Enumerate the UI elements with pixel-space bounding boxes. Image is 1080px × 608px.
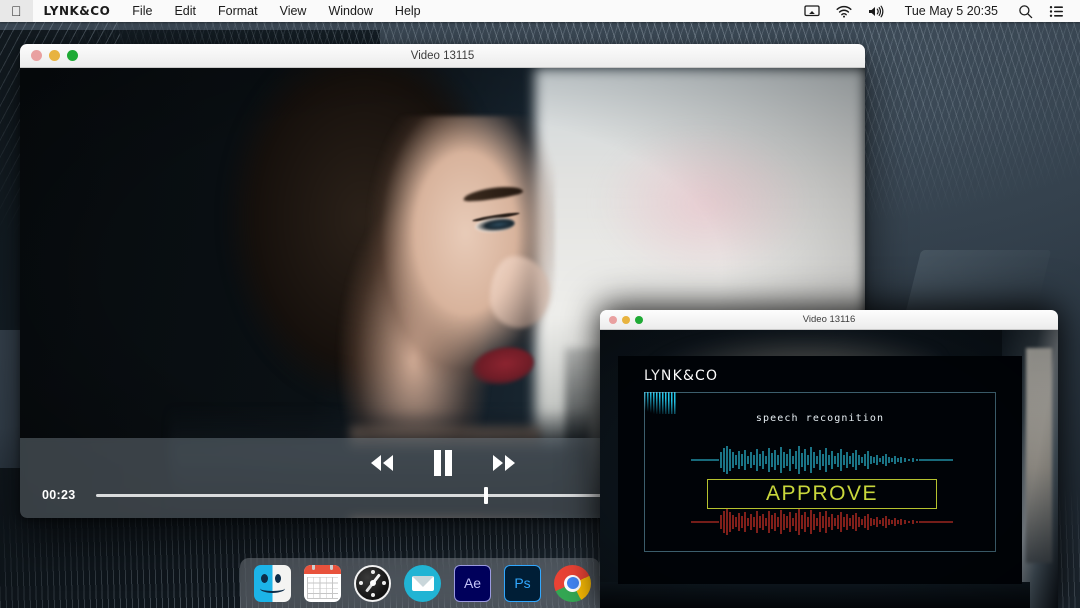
car-infotainment-screen[interactable]: LYNK&CO speech recognition APPROVE: [618, 356, 1022, 584]
menu-item-window[interactable]: Window: [317, 0, 383, 22]
pause-button[interactable]: [431, 449, 455, 477]
menu-bar-clock[interactable]: Tue May 5 20:35: [893, 4, 1010, 18]
screen-mirroring-icon[interactable]: [796, 4, 828, 18]
calendar-ring-right: [330, 564, 333, 570]
volume-icon[interactable]: [860, 5, 893, 18]
window2-titlebar[interactable]: Video 13116: [600, 310, 1058, 330]
search-icon[interactable]: [1010, 4, 1041, 19]
dock-item-finder[interactable]: [254, 564, 291, 602]
wifi-icon[interactable]: [828, 5, 860, 18]
rewind-button[interactable]: [367, 452, 397, 474]
chrome-core: [566, 577, 579, 589]
video-window-13116[interactable]: Video 13116 LYNK&CO speech recognition A…: [600, 310, 1058, 608]
photoshop-badge: Ps: [514, 575, 531, 591]
close-button[interactable]: [609, 315, 617, 324]
calendar-ring-left: [312, 564, 315, 570]
safari-tick-s: [370, 592, 375, 597]
safari-center-dot: [369, 580, 376, 586]
menu-bar:  LYNK&CO File Edit Format View Window H…: [0, 0, 1080, 22]
video2-canvas[interactable]: LYNK&CO speech recognition APPROVE: [600, 330, 1058, 608]
waveform-top: [691, 446, 953, 474]
window2-title: Video 13116: [802, 314, 856, 325]
finder-smile: [260, 584, 285, 593]
dock-item-calendar[interactable]: [304, 564, 341, 602]
safari-tick-n: [370, 569, 375, 574]
after-effects-badge: Ae: [463, 575, 482, 591]
minimize-button[interactable]: [622, 315, 630, 324]
menu-item-file[interactable]: File: [121, 0, 163, 22]
speech-recognition-panel: speech recognition APPROVE: [644, 392, 996, 552]
calendar-grid: [307, 576, 338, 599]
mail-envelope: [411, 575, 434, 591]
dock-item-safari[interactable]: [354, 564, 391, 602]
current-time-label: 00:23: [42, 488, 76, 502]
menu-app-name[interactable]: LYNK&CO: [33, 0, 122, 22]
safari-tick-w: [359, 581, 363, 585]
dock-item-after-effects[interactable]: Ae: [454, 564, 491, 602]
video2-dashboard-ledge: [600, 582, 1030, 608]
lynkco-logo: LYNK&CO: [644, 368, 719, 384]
window1-traffic-lights: [20, 50, 78, 61]
fast-forward-button[interactable]: [489, 452, 519, 474]
menu-item-edit[interactable]: Edit: [163, 0, 207, 22]
safari-tick-e: [382, 581, 386, 585]
close-button[interactable]: [31, 50, 42, 61]
window1-titlebar[interactable]: Video 13115: [20, 44, 865, 68]
waveform-bottom: [691, 509, 953, 535]
window2-traffic-lights: [600, 315, 643, 324]
menu-item-format[interactable]: Format: [207, 0, 269, 22]
speech-recognition-label: speech recognition: [755, 413, 885, 424]
menu-item-view[interactable]: View: [269, 0, 318, 22]
playhead-handle[interactable]: [484, 486, 489, 504]
dock-item-chrome[interactable]: [554, 564, 591, 602]
minimize-button[interactable]: [49, 50, 60, 61]
menu-item-help[interactable]: Help: [384, 0, 432, 22]
control-center-icon[interactable]: [1041, 5, 1072, 18]
approve-command-text: APPROVE: [765, 482, 879, 505]
dock: Ae Ps: [240, 558, 600, 608]
maximize-button[interactable]: [635, 315, 643, 324]
dock-item-photoshop[interactable]: Ps: [504, 564, 541, 602]
maximize-button[interactable]: [67, 50, 78, 61]
dock-item-mail[interactable]: [404, 564, 441, 602]
apple-logo-icon[interactable]: : [0, 0, 33, 22]
window1-title: Video 13115: [410, 49, 475, 62]
